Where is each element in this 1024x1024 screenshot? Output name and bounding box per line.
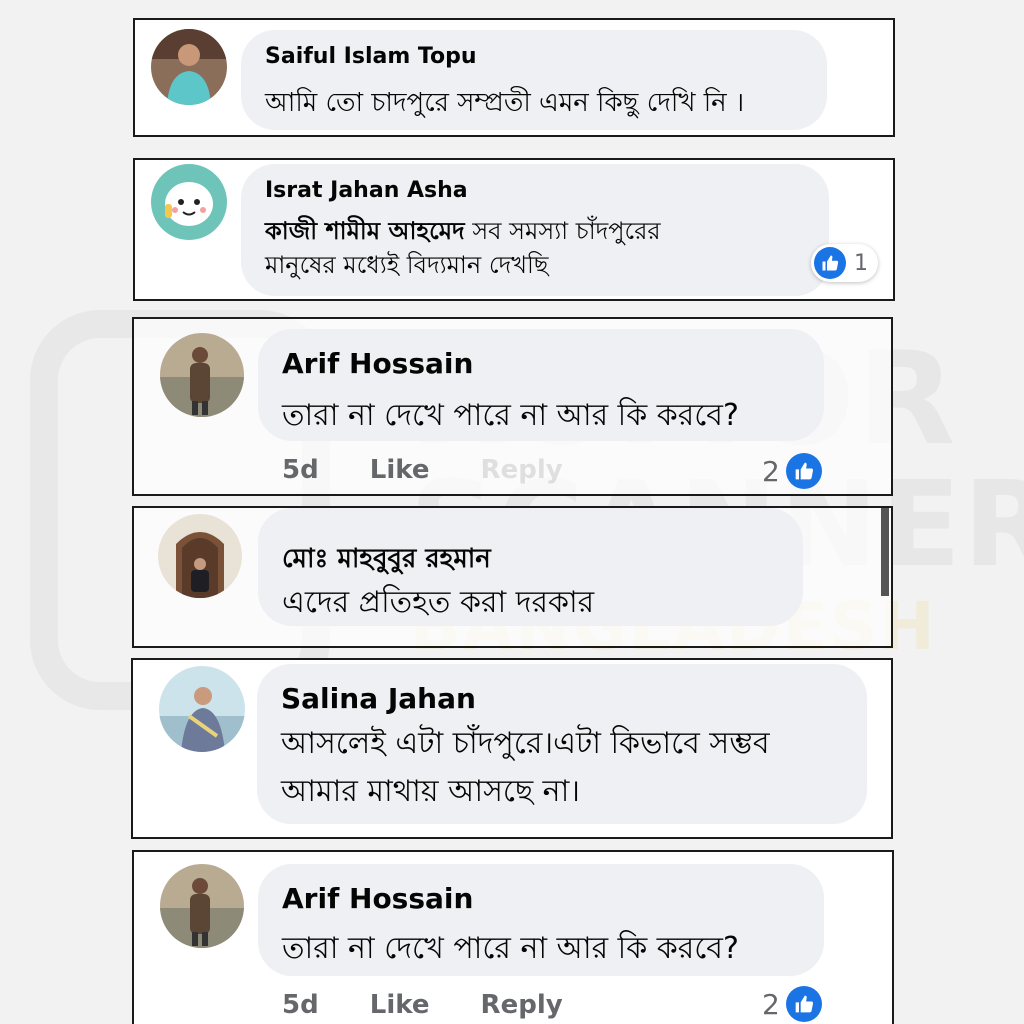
- mention-tag[interactable]: কাজী শামীম আহমেদ: [265, 217, 465, 245]
- comment-actions: 5d Like Reply: [282, 990, 605, 1020]
- comment-text-line-2: আমার মাথায় আসছে না।: [281, 774, 580, 809]
- commenter-name[interactable]: Arif Hossain: [282, 882, 473, 915]
- commenter-name[interactable]: Saiful Islam Topu: [265, 44, 477, 69]
- comment-text-line-2: মানুষের মধ্যেই বিদ্যমান দেখছি: [265, 251, 549, 279]
- reaction-summary[interactable]: 1: [811, 244, 878, 282]
- commenter-name[interactable]: Israt Jahan Asha: [265, 178, 468, 203]
- comment-text: তারা না দেখে পারে না আর কি করবে?: [282, 931, 739, 966]
- comment-text-line-1: আসলেই এটা চাঁদপুরে।এটা কিভাবে সম্ভব: [281, 726, 770, 761]
- reaction-summary[interactable]: 2: [762, 986, 822, 1022]
- avatar[interactable]: [151, 164, 227, 240]
- avatar[interactable]: [158, 514, 242, 598]
- comment-text: কাজী শামীম আহমেদ সব সমস্যা চাঁদপুরের মানু…: [265, 214, 661, 282]
- reply-button[interactable]: Reply: [481, 990, 563, 1020]
- comment-card: মোঃ মাহবুবুর রহমান এদের প্রতিহত করা দরকা…: [132, 506, 893, 648]
- commenter-name[interactable]: Arif Hossain: [282, 347, 473, 380]
- comment-actions: 5d Like Reply: [282, 455, 605, 485]
- comment-text: তারা না দেখে পারে না আর কি করবে?: [282, 398, 739, 433]
- comment-card: Arif Hossain তারা না দেখে পারে না আর কি …: [132, 850, 894, 1024]
- commenter-name[interactable]: মোঃ মাহবুবুর রহমান: [282, 538, 491, 582]
- thumbs-up-icon: [785, 453, 822, 489]
- comment-card: Salina Jahan আসলেই এটা চাঁদপুরে।এটা কিভা…: [131, 658, 893, 839]
- like-button[interactable]: Like: [370, 990, 430, 1020]
- avatar[interactable]: [160, 864, 244, 948]
- comment-card: Arif Hossain তারা না দেখে পারে না আর কি …: [132, 317, 893, 496]
- comment-text: আমি তো চাদপুরে সম্প্রতী এমন কিছু দেখি নি…: [265, 88, 745, 118]
- avatar[interactable]: [151, 29, 227, 105]
- reaction-count: 1: [854, 250, 868, 276]
- comment-card: Saiful Islam Topu আমি তো চাদপুরে সম্প্রত…: [133, 18, 895, 137]
- timestamp[interactable]: 5d: [282, 455, 319, 485]
- comment-card: Israt Jahan Asha কাজী শামীম আহমেদ সব সমস…: [133, 158, 895, 301]
- reply-button[interactable]: Reply: [481, 455, 563, 485]
- timestamp[interactable]: 5d: [282, 990, 319, 1020]
- avatar[interactable]: [160, 333, 244, 417]
- thumbs-up-icon: [814, 247, 846, 279]
- like-button[interactable]: Like: [370, 455, 430, 485]
- comment-text: এদের প্রতিহত করা দরকার: [282, 585, 595, 620]
- comment-text: আসলেই এটা চাঁদপুরে।এটা কিভাবে সম্ভব আমার …: [281, 720, 770, 816]
- reaction-count: 2: [762, 454, 780, 488]
- comment-text-line-1: সব সমস্যা চাঁদপুরের: [472, 217, 661, 245]
- thumbs-up-icon: [785, 986, 822, 1022]
- reaction-count: 2: [762, 987, 780, 1021]
- scrollbar[interactable]: [881, 508, 889, 596]
- reaction-summary[interactable]: 2: [762, 453, 822, 489]
- commenter-name[interactable]: Salina Jahan: [281, 682, 476, 715]
- avatar[interactable]: [159, 666, 245, 752]
